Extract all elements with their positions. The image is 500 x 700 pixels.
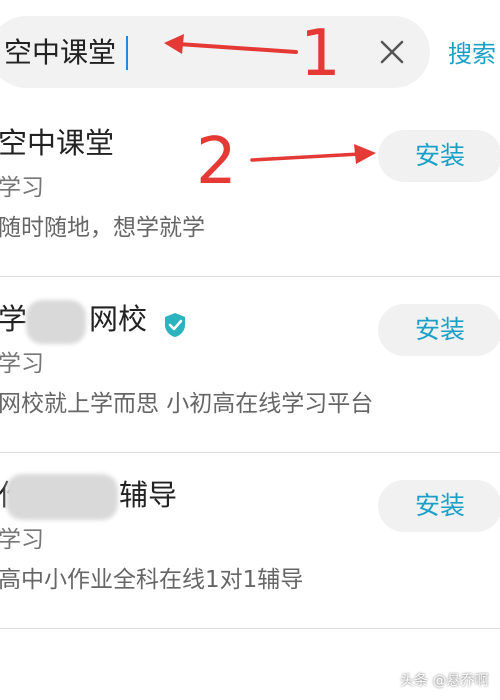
annotation-number-2: 2 <box>196 125 237 199</box>
clear-icon[interactable] <box>378 38 406 66</box>
result-item-kongzhong[interactable]: 空中课堂 学习 随时随地，想学就学 安装 <box>0 100 500 277</box>
verified-icon <box>165 313 185 337</box>
text-caret <box>126 36 128 70</box>
app-category: 学习 <box>0 175 44 201</box>
blurred-name-region <box>26 300 86 344</box>
app-name-suffix: 辅导 <box>119 478 178 512</box>
app-name-prefix: 学 <box>0 302 28 336</box>
app-category: 学习 <box>0 351 44 377</box>
search-input[interactable]: 空中课堂 <box>4 28 116 78</box>
result-item-fudao[interactable]: 作辅导 学习 高中小作业全科在线1对1辅导 安装 <box>0 452 500 629</box>
annotation-arrow-1 <box>164 34 298 54</box>
annotation-arrow-2 <box>250 144 376 164</box>
app-description: 网校就上学而思 小初高在线学习平台 <box>0 391 374 417</box>
annotation-number-1: 1 <box>300 17 341 91</box>
search-button[interactable]: 搜索 <box>448 34 496 74</box>
app-category: 学习 <box>0 527 44 553</box>
install-button[interactable]: 安装 <box>378 130 500 182</box>
watermark: 头条 @悬乔啊 <box>400 673 489 689</box>
app-name-suffix: 网校 <box>89 302 148 336</box>
blurred-name-region <box>6 474 118 520</box>
app-name: 空中课堂 <box>0 126 115 160</box>
app-description: 高中小作业全科在线1对1辅导 <box>0 567 304 593</box>
install-button[interactable]: 安装 <box>378 304 500 356</box>
install-button[interactable]: 安装 <box>378 480 500 532</box>
result-item-wangxiao[interactable]: 学 网校 学习 网校就上学而思 小初高在线学习平台 安装 <box>0 276 500 453</box>
app-description: 随时随地，想学就学 <box>0 215 205 241</box>
